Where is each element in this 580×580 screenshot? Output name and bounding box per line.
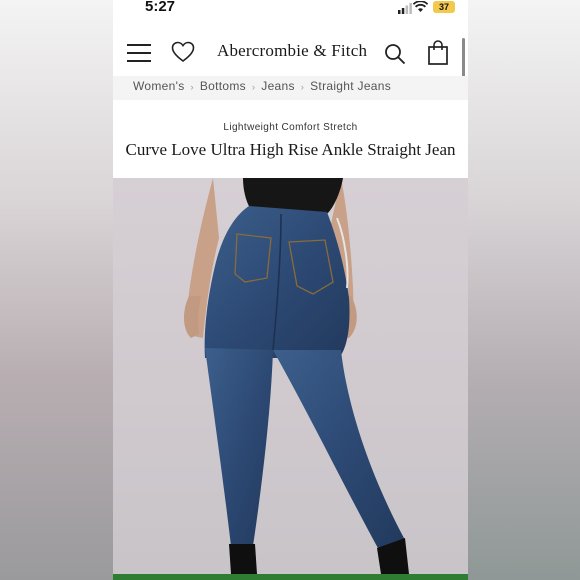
breadcrumb: Women's › Bottoms › Jeans › Straight Jeans (113, 76, 468, 100)
breadcrumb-item[interactable]: Women's (133, 79, 185, 93)
chevron-right-icon: › (190, 82, 194, 92)
chevron-right-icon: › (300, 82, 305, 92)
product-header: Lightweight Comfort Stretch Curve Love U… (113, 100, 468, 178)
model-illustration (184, 178, 409, 574)
breadcrumb-item[interactable]: Jeans (261, 79, 295, 93)
product-image[interactable] (113, 178, 468, 574)
search-icon[interactable] (384, 43, 406, 70)
background-left (0, 0, 113, 580)
heart-icon[interactable] (171, 41, 195, 68)
wifi-icon (412, 0, 429, 18)
menu-icon[interactable] (127, 44, 151, 62)
top-nav: Abercrombie & Fitch (113, 22, 468, 76)
status-time: 5:27 (145, 0, 176, 15)
signal-icon (398, 1, 412, 19)
phone-screen: 5:27 37 Abercrombie & Fitch Women's › Bo… (113, 0, 468, 580)
chevron-right-icon: › (251, 82, 256, 92)
breadcrumb-item[interactable]: Straight Jeans (310, 79, 391, 93)
bag-icon[interactable] (427, 40, 449, 71)
breadcrumb-item[interactable]: Bottoms (200, 79, 246, 93)
background-right (468, 0, 580, 580)
battery-icon: 37 (433, 1, 455, 13)
status-bar: 5:27 37 (113, 0, 468, 22)
add-to-bag-bar[interactable] (113, 574, 468, 580)
brand-logo[interactable]: Abercrombie & Fitch (217, 41, 367, 61)
product-title: Curve Love Ultra High Rise Ankle Straigh… (125, 140, 456, 159)
product-subtitle: Lightweight Comfort Stretch (223, 122, 358, 133)
